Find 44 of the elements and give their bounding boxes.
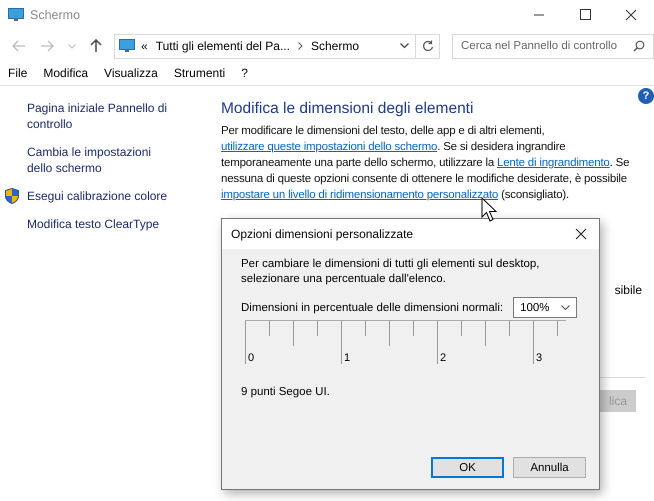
text-link[interactable]: impostare un livello di ridimensionamento personalizzato [221, 189, 498, 201]
dialog-button[interactable]: OK [431, 457, 504, 478]
breadcrumb-item[interactable]: Schermo [310, 39, 360, 53]
sidebar-link[interactable]: Pagina iniziale Pannello di controllo [27, 100, 177, 132]
scale-label: Dimensioni in percentuale delle dimensioni normali: [241, 302, 504, 314]
chevron-down-icon [561, 305, 570, 310]
sidebar-link[interactable]: Cambia le impostazioni dello schermo [27, 144, 177, 176]
description-paragraph: Per modificare le dimensioni del testo, delle app e di altri elementi, utilizzare queste impostazioni dello schermo. Se si desidera ingrandire temporaneamente una parte dello schermo, utilizzare la Lente di ingrandimento. Se nessuna di queste opzioni consente di ottenere le modifiche desiderate, è possibile impostare un livello di ridimensionamento personalizzato (sconsigliato). [221, 124, 630, 203]
dialog-description: Per cambiare le dimensioni di tutti gli elementi sul desktop, selezionare una percentuale dall'elenco. [241, 257, 541, 287]
sidebar-link[interactable]: Modifica testo ClearType [27, 216, 177, 232]
sidebar-link[interactable]: Esegui calibrazione colore [27, 188, 177, 204]
refresh-button[interactable] [415, 34, 440, 58]
monitor-icon [8, 8, 24, 22]
dialog-button[interactable]: Annulla [513, 457, 586, 478]
help-icon[interactable]: ? [638, 88, 654, 104]
text-link[interactable]: Lente di ingrandimento [497, 157, 610, 169]
menu-item[interactable]: Modifica [43, 66, 88, 80]
page-heading: Modifica le dimensioni degli elementi [221, 100, 474, 118]
address-bar[interactable]: « Tutti gli elementi del Pa... Schermo [114, 34, 416, 58]
menu-item[interactable]: File [8, 66, 28, 80]
ruler-label: 2 [440, 352, 446, 364]
menu-item[interactable]: Strumenti [174, 66, 226, 80]
search-icon [633, 40, 645, 52]
body-text: sibile [614, 283, 642, 297]
refresh-icon [422, 40, 434, 52]
font-note: 9 punti Segoe UI. [241, 386, 331, 398]
breadcrumb-overflow[interactable]: « [141, 39, 148, 53]
breadcrumb-item[interactable]: Tutti gli elementi del Pa... [156, 39, 290, 53]
ruler-label: 1 [344, 352, 350, 364]
close-icon[interactable] [575, 228, 587, 240]
dialog-title: Opzioni dimensioni personalizzate [231, 227, 414, 241]
chevron-right-icon [298, 42, 303, 50]
menu-item[interactable]: ? [241, 66, 248, 80]
monitor-icon [119, 39, 135, 53]
chevron-down-icon[interactable] [400, 43, 409, 49]
shield-icon [5, 188, 19, 204]
ruler-label: 0 [248, 352, 254, 364]
menu-item[interactable]: Visualizza [104, 66, 158, 80]
up-arrow-icon[interactable] [90, 39, 102, 53]
search-field[interactable]: Cerca nel Pannello di controllo [452, 34, 654, 58]
window-title: Schermo [30, 8, 80, 22]
percentage-dropdown[interactable]: 100% [513, 297, 578, 318]
text-link[interactable]: utilizzare queste impostazioni dello schermo [221, 141, 438, 153]
ruler-label: 3 [536, 352, 542, 364]
